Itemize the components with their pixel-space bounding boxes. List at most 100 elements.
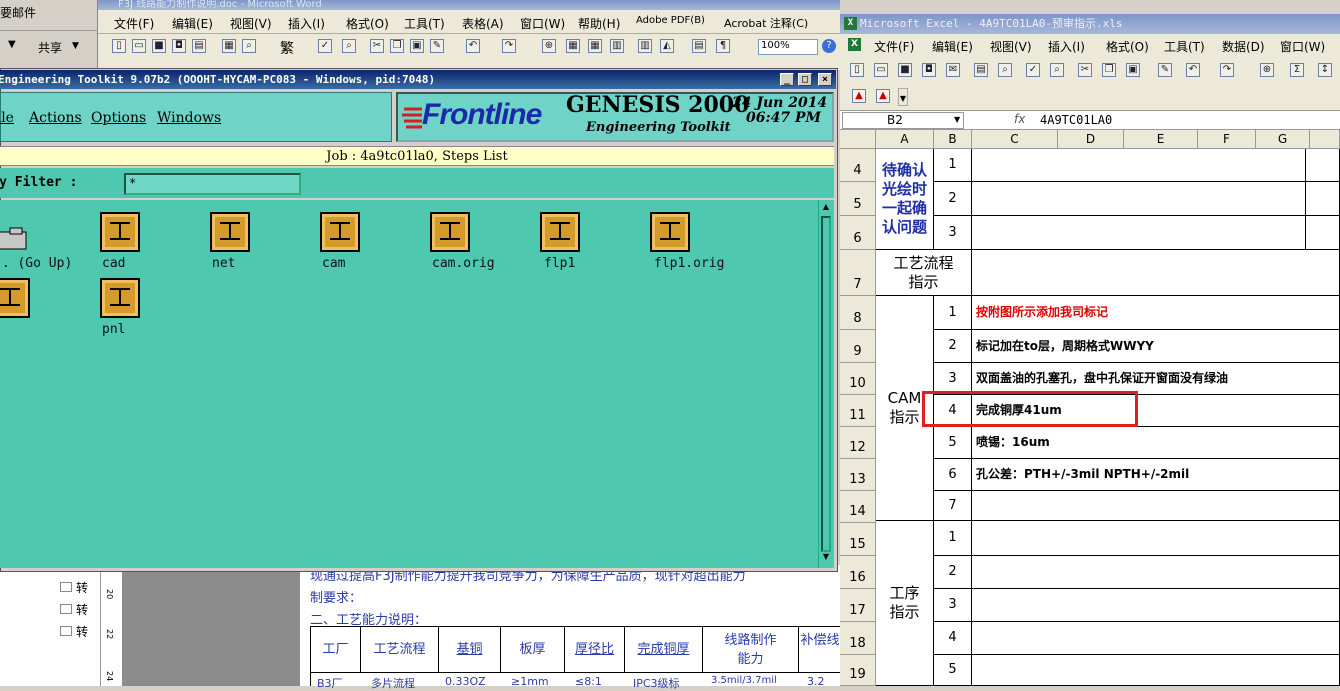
folder-icon[interactable] xyxy=(0,226,30,250)
row-header[interactable]: 14 xyxy=(840,491,876,523)
save-icon[interactable]: ■ xyxy=(152,39,166,53)
zoom-select[interactable]: 100% xyxy=(758,39,818,55)
row-header[interactable]: 19 xyxy=(840,655,876,686)
table-cell[interactable] xyxy=(972,589,1340,622)
scroll-thumb[interactable] xyxy=(821,216,831,552)
open-icon[interactable]: ▭ xyxy=(874,63,888,77)
column-header[interactable] xyxy=(1310,130,1340,149)
scroll-up-icon[interactable]: ▲ xyxy=(820,202,832,214)
row-header[interactable]: 17 xyxy=(840,589,876,622)
merged-group-cell[interactable]: 待确认光绘时一起确认问题 xyxy=(876,149,934,250)
share-button[interactable]: 共享 xyxy=(38,39,62,56)
step-icon[interactable] xyxy=(540,212,580,252)
table-cell[interactable] xyxy=(1306,149,1340,182)
table-cell[interactable] xyxy=(972,622,1340,655)
name-box[interactable]: B2 xyxy=(842,112,964,129)
paste-icon[interactable]: ▣ xyxy=(410,39,424,53)
column-header[interactable]: C xyxy=(972,130,1058,149)
cut-icon[interactable]: ✂ xyxy=(370,39,384,53)
drawing-icon[interactable]: ◭ xyxy=(660,39,674,53)
pdf-mail-icon[interactable]: ▲ xyxy=(876,89,890,103)
toolbar-options-icon[interactable]: ▼ xyxy=(898,88,908,106)
row-header[interactable]: 18 xyxy=(840,622,876,655)
row-header[interactable]: 5 xyxy=(840,182,876,216)
genesis-menu-file[interactable]: File xyxy=(0,110,14,126)
save-icon[interactable]: ■ xyxy=(898,63,912,77)
undo-icon[interactable]: ↶ xyxy=(1186,63,1200,77)
genesis-menu-options[interactable]: Options xyxy=(91,110,146,126)
excel-menu-insert[interactable]: 插入(I) xyxy=(1048,38,1085,55)
close-button[interactable]: × xyxy=(818,73,832,86)
table-cell[interactable] xyxy=(1306,216,1340,250)
chevron-down-icon[interactable]: ▼ xyxy=(72,41,79,51)
pdf-icon[interactable]: ▲ xyxy=(852,89,866,103)
table-cell[interactable]: 1 xyxy=(934,296,972,330)
minimize-button[interactable]: _ xyxy=(780,73,794,86)
research-icon[interactable]: ⌕ xyxy=(342,39,356,53)
step-icon[interactable] xyxy=(210,212,250,252)
show-hide-icon[interactable]: ¶ xyxy=(716,39,730,53)
genesis-menu-actions[interactable]: Actions xyxy=(29,110,82,126)
maximize-button[interactable]: □ xyxy=(798,73,812,86)
column-header[interactable]: D xyxy=(1058,130,1124,149)
research-icon[interactable]: ⌕ xyxy=(1050,63,1064,77)
excel-sheet-grid[interactable]: A B C D E F G 4 5 6 7 8 9 10 11 12 13 14… xyxy=(840,130,1340,686)
row-header[interactable]: 10 xyxy=(840,363,876,395)
table-cell[interactable]: 3 xyxy=(934,216,972,250)
step-icon[interactable] xyxy=(320,212,360,252)
step-net[interactable]: net xyxy=(212,256,235,271)
permission-icon[interactable]: ◘ xyxy=(922,63,936,77)
step-icon[interactable] xyxy=(100,278,140,318)
select-all-corner[interactable] xyxy=(840,130,876,149)
cam-instruction-cell[interactable]: 孔公差：PTH+/-3mil NPTH+/-2mil xyxy=(972,459,1340,491)
search-icon[interactable]: ⌕ xyxy=(242,39,256,53)
step-flp1-orig[interactable]: flp1.orig xyxy=(654,256,724,271)
word-menu-file[interactable]: 文件(F) xyxy=(114,15,154,32)
list-item[interactable]: 转 xyxy=(60,579,88,596)
email-icon[interactable]: ✉ xyxy=(946,63,960,77)
word-menu-help[interactable]: 帮助(H) xyxy=(578,15,620,32)
tables-borders-icon[interactable]: ▦ xyxy=(566,39,580,53)
table-cell[interactable]: 3 xyxy=(934,589,972,622)
merged-group-cell[interactable]: 工艺流程指示 xyxy=(876,250,972,296)
word-menu-view[interactable]: 视图(V) xyxy=(230,15,272,32)
table-cell[interactable]: 1 xyxy=(934,149,972,182)
table-cell[interactable]: 7 xyxy=(934,491,972,521)
row-header[interactable]: 8 xyxy=(840,296,876,330)
word-menu-window[interactable]: 窗口(W) xyxy=(520,15,565,32)
traditional-chinese-button[interactable]: 繁 xyxy=(280,38,294,58)
cam-instruction-cell[interactable] xyxy=(972,491,1340,521)
formula-input[interactable]: 4A9TC01LA0 xyxy=(1040,113,1112,127)
excel-menu-tools[interactable]: 工具(T) xyxy=(1164,38,1205,55)
new-doc-icon[interactable]: ▯ xyxy=(112,39,126,53)
row-header[interactable]: 9 xyxy=(840,330,876,363)
print-preview-icon[interactable]: ⌕ xyxy=(998,63,1012,77)
genesis-title-bar[interactable]: Engineering Toolkit 9.07b2 (OOOHT-HYCAM-… xyxy=(0,70,836,89)
step-set[interactable]: set xyxy=(0,322,1,337)
step-icon[interactable] xyxy=(100,212,140,252)
table-cell[interactable] xyxy=(972,556,1340,589)
table-cell[interactable]: 5 xyxy=(934,655,972,686)
insert-table-icon[interactable]: ▦ xyxy=(588,39,602,53)
word-menu-insert[interactable]: 插入(I) xyxy=(288,15,325,32)
word-menu-edit[interactable]: 编辑(E) xyxy=(172,15,213,32)
table-cell[interactable]: 1 xyxy=(934,521,972,556)
step-icon[interactable] xyxy=(430,212,470,252)
cam-instruction-cell[interactable]: 标记加在to层，周期格式WWYY xyxy=(972,330,1340,363)
step-cam[interactable]: cam xyxy=(322,256,345,271)
step-icon[interactable] xyxy=(0,278,30,318)
table-cell[interactable]: 4 xyxy=(934,622,972,655)
excel-menu-format[interactable]: 格式(O) xyxy=(1106,38,1149,55)
list-item[interactable]: 转 xyxy=(60,601,88,618)
word-menu-format[interactable]: 格式(O) xyxy=(346,15,389,32)
hyperlink-icon[interactable]: ⊕ xyxy=(542,39,556,53)
step-cam-orig[interactable]: cam.orig xyxy=(432,256,495,271)
row-header[interactable]: 12 xyxy=(840,427,876,459)
help-icon[interactable]: ? xyxy=(822,39,836,53)
step-icon[interactable] xyxy=(650,212,690,252)
cam-instruction-cell[interactable]: 喷锡：16um xyxy=(972,427,1340,459)
spelling-icon[interactable]: ✓ xyxy=(1026,63,1040,77)
name-box-dropdown-icon[interactable]: ▼ xyxy=(954,115,960,124)
copy-icon[interactable]: ❐ xyxy=(390,39,404,53)
table-cell[interactable] xyxy=(972,216,1306,250)
